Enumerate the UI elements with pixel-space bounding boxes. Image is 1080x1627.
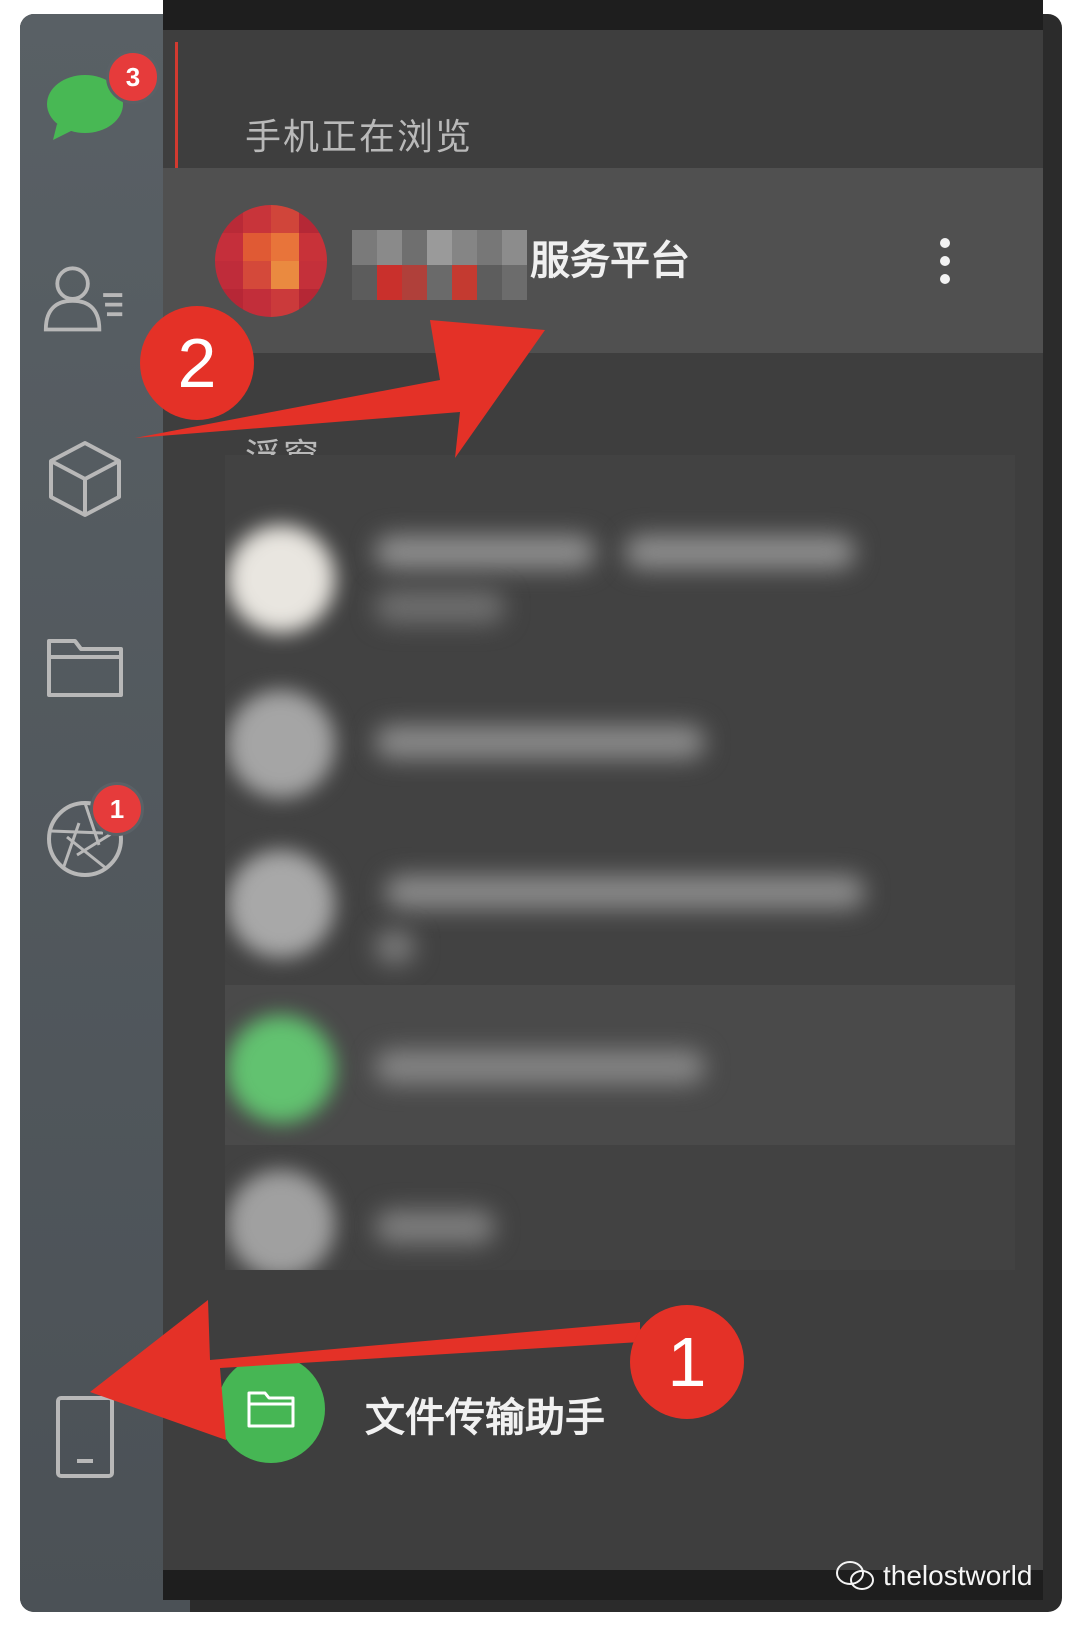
watermark: thelostworld [835, 1560, 1032, 1592]
chat-badge: 3 [106, 50, 160, 104]
watermark-text: thelostworld [883, 1560, 1033, 1591]
more-options-icon[interactable] [930, 238, 960, 298]
sidebar-item-phone[interactable] [42, 1394, 128, 1480]
file-transfer-title: 文件传输助手 [365, 1395, 605, 1441]
sidebar-item-chats[interactable]: 3 [42, 50, 160, 150]
phone-icon [56, 1396, 114, 1478]
list-item[interactable] [225, 985, 1015, 1145]
contacts-icon [43, 266, 123, 332]
browsing-item-avatar [215, 205, 327, 317]
sidebar-item-files[interactable] [42, 624, 128, 710]
list-item[interactable] [225, 505, 1015, 665]
sidebar-item-mini-programs[interactable] [42, 436, 128, 522]
folder-icon [47, 639, 123, 697]
sidebar-item-contacts[interactable] [42, 254, 128, 340]
sidebar-item-moments[interactable]: 1 [42, 782, 144, 882]
background-strip-top [163, 0, 1043, 30]
folder-icon [247, 1391, 295, 1428]
moments-badge: 1 [90, 782, 144, 836]
browsing-section-title: 手机正在浏览 [245, 117, 474, 158]
step-two-marker: 2 [140, 306, 254, 420]
miniprogram-cube-icon [49, 441, 121, 517]
list-item[interactable] [225, 1155, 1015, 1270]
file-transfer-avatar [217, 1355, 325, 1463]
floating-window-list-blurred [225, 455, 1015, 1270]
browsing-item-name-pixelated [352, 230, 527, 300]
list-item[interactable] [225, 830, 1015, 990]
browsing-item-title: 服务平台 [530, 238, 690, 284]
wechat-logo-icon [836, 1561, 874, 1590]
list-item[interactable] [225, 670, 1015, 830]
step-one-marker: 1 [630, 1305, 744, 1419]
